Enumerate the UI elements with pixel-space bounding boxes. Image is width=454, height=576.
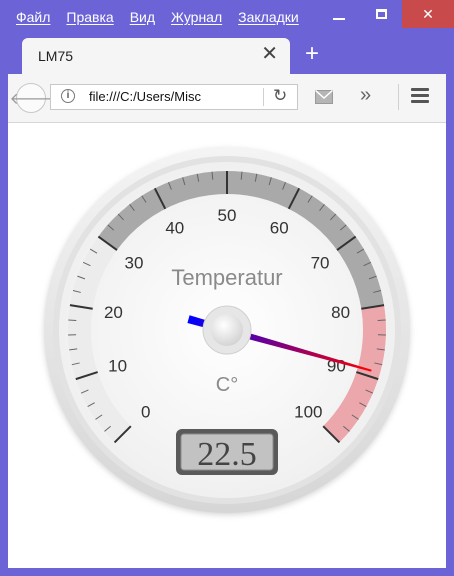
tab-lm75[interactable]: LM75 ✕: [22, 38, 290, 74]
url-separator: [263, 88, 264, 106]
mail-icon[interactable]: [315, 90, 333, 104]
gauge-tick-label: 60: [270, 219, 289, 238]
gauge-hub: [211, 314, 243, 346]
window-close-button[interactable]: ✕: [402, 0, 454, 28]
navigation-bar: 🡐 i file:///C:/Users/Misc ↻ »: [8, 74, 446, 123]
gauge-tick-label: 30: [125, 253, 144, 272]
menu-bar: Файл Правка Вид Журнал Закладки: [8, 7, 307, 27]
info-icon[interactable]: i: [61, 89, 75, 103]
gauge-minor-tick: [377, 319, 386, 322]
overflow-icon[interactable]: »: [360, 84, 371, 107]
menu-edit[interactable]: Правка: [58, 7, 121, 27]
gauge: 0102030405060708090100 Temperatur C° 22.…: [44, 147, 410, 515]
back-button[interactable]: 🡐: [10, 83, 52, 113]
gauge-title: Temperatur: [171, 265, 282, 290]
nav-separator: [398, 84, 399, 110]
gauge-tick-label: 70: [311, 253, 330, 272]
maximize-button[interactable]: [360, 0, 402, 28]
reload-icon[interactable]: ↻: [273, 86, 287, 106]
gauge-minor-tick: [68, 319, 77, 322]
url-bar[interactable]: i file:///C:/Users/Misc ↻: [50, 84, 298, 110]
gauge-tick-label: 100: [294, 402, 322, 421]
gauge-tick-label: 0: [141, 402, 150, 421]
gauge-tick-label: 40: [165, 219, 184, 238]
plus-icon[interactable]: +: [300, 40, 324, 68]
page-content: 0 10 20 30 40 50 60 70 80 90 100 Temperatur C° 22.…: [8, 123, 446, 568]
back-arrow-icon: 🡐: [9, 90, 53, 108]
gauge-tick-label: 10: [108, 357, 127, 376]
minimize-icon: [333, 18, 345, 20]
gauge-units: C°: [216, 374, 238, 396]
gauge-tick-label: 50: [218, 206, 237, 225]
url-text[interactable]: file:///C:/Users/Misc: [89, 89, 227, 104]
gauge-tick-label: 80: [331, 303, 350, 322]
value-display: 22.5: [197, 436, 257, 473]
hamburger-menu-icon[interactable]: [411, 88, 429, 104]
window-titlebar: Файл Правка Вид Журнал Закладки ✕: [0, 0, 454, 34]
maximize-icon: [375, 9, 387, 19]
tab-title: LM75: [38, 48, 74, 64]
minimize-button[interactable]: [318, 0, 360, 28]
menu-file[interactable]: Файл: [8, 7, 58, 27]
tab-strip: LM75 ✕ +: [0, 34, 454, 74]
close-icon[interactable]: ✕: [261, 44, 278, 64]
menu-view[interactable]: Вид: [122, 7, 163, 27]
gauge-tick-label: 20: [104, 303, 123, 322]
menu-history[interactable]: Журнал: [163, 7, 230, 27]
window-close-icon: ✕: [422, 5, 434, 22]
menu-bookmarks[interactable]: Закладки: [230, 7, 307, 27]
